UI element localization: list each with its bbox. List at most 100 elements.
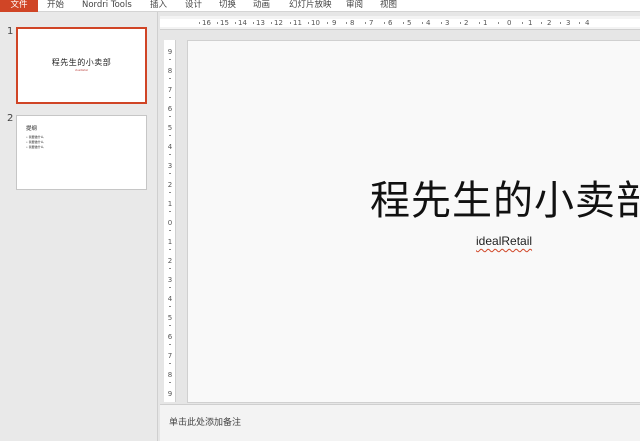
ruler-tick-label: 4 — [585, 19, 590, 27]
ruler-tick-label: 0 — [507, 19, 512, 27]
ruler-tick-label: 1 — [483, 19, 488, 27]
notes-placeholder[interactable]: 单击此处添加备注 — [169, 415, 241, 428]
ruler-tick — [253, 22, 254, 24]
ruler-tick-label: 9 — [167, 48, 173, 56]
ruler-tick — [169, 78, 171, 79]
ruler-tick — [169, 249, 171, 250]
ruler-tick — [290, 22, 291, 24]
ruler-tick — [169, 363, 171, 364]
ruler-tick — [169, 325, 171, 326]
ruler-tick — [169, 192, 171, 193]
ruler-tick — [441, 22, 442, 24]
ruler-tick-label: 12 — [274, 19, 283, 27]
thumbnail-number: 1 — [7, 26, 14, 37]
ruler-tick-label: 4 — [167, 143, 173, 151]
ruler-tick-label: 1 — [167, 200, 173, 208]
ruler-tick — [169, 344, 171, 345]
vertical-ruler[interactable]: 9 8 7 6 5 4 3 2 1 0 1 2 3 4 5 6 7 8 9 — [164, 40, 176, 402]
ruler-tick-label: 13 — [256, 19, 265, 27]
ruler-tick-label: 5 — [167, 314, 173, 322]
ruler-tick-label: 9 — [332, 19, 337, 27]
ruler-tick-label: 15 — [220, 19, 229, 27]
ruler-tick-label: 8 — [350, 19, 355, 27]
ruler-tick — [384, 22, 385, 24]
ruler-tick — [541, 22, 542, 24]
ruler-tick — [479, 22, 480, 24]
ruler-tick-label: 2 — [167, 257, 173, 265]
ruler-tick — [169, 154, 171, 155]
tab-home[interactable]: 开始 — [47, 0, 64, 12]
ruler-tick-label: 8 — [167, 67, 173, 75]
ruler-tick-label: 10 — [311, 19, 320, 27]
ruler-tick — [365, 22, 366, 24]
thumbnail-title: 提纲 — [26, 126, 38, 132]
ruler-tick-label: 6 — [167, 105, 173, 113]
ruler-tick-label: 1 — [167, 238, 173, 246]
ruler-tick — [169, 116, 171, 117]
slide-thumbnail-2[interactable]: 提纲 我要做什么 我要做什么 我要做什么 — [16, 115, 147, 190]
ruler-tick — [327, 22, 328, 24]
ruler-tick-label: 0 — [167, 219, 173, 227]
ruler-tick — [422, 22, 423, 24]
thumbnail-bullet-list: 我要做什么 我要做什么 我要做什么 — [26, 135, 44, 150]
ruler-tick — [169, 287, 171, 288]
ruler-tick — [169, 211, 171, 212]
ruler-tick — [169, 97, 171, 98]
ruler-tick — [169, 59, 171, 60]
ruler-tick-label: 2 — [464, 19, 469, 27]
ruler-tick — [308, 22, 309, 24]
ruler-tick — [169, 382, 171, 383]
ruler-tick-label: 9 — [167, 390, 173, 398]
thumbnail-number: 2 — [7, 113, 14, 124]
tab-animations[interactable]: 动画 — [253, 0, 270, 12]
ruler-tick — [169, 173, 171, 174]
tab-nordri-tools[interactable]: Nordri Tools — [82, 0, 132, 12]
ruler-tick-label: 7 — [167, 86, 173, 94]
ruler-tick — [560, 22, 561, 24]
notes-pane[interactable]: 单击此处添加备注 — [160, 404, 640, 441]
tab-slideshow[interactable]: 幻灯片放映 — [289, 0, 332, 12]
ribbon-tab-bar: 文件 开始 Nordri Tools 插入 设计 切换 动画 幻灯片放映 审阅 … — [0, 0, 640, 12]
ruler-tick-label: 11 — [293, 19, 302, 27]
ruler-tick — [271, 22, 272, 24]
thumbnail-title: 程先生的小卖部 — [51, 58, 112, 67]
ruler-tick-label: 3 — [566, 19, 571, 27]
ruler-tick-label: 4 — [167, 295, 173, 303]
ruler-tick — [169, 306, 171, 307]
ruler-tick-label: 5 — [167, 124, 173, 132]
ruler-tick-label: 2 — [547, 19, 552, 27]
slide-title[interactable]: 程先生的小卖部 — [370, 173, 640, 229]
ruler-tick-label: 6 — [167, 333, 173, 341]
slide-canvas[interactable]: 程先生的小卖部 idealRetail — [187, 40, 640, 403]
ruler-tick-label: 8 — [167, 371, 173, 379]
ruler-tick-label: 4 — [426, 19, 431, 27]
thumbnail-subtitle: idealRetail — [74, 69, 89, 72]
ruler-tick — [169, 268, 171, 269]
horizontal-ruler[interactable]: 16 15 14 13 12 11 10 9 8 7 6 5 4 3 2 1 0… — [160, 16, 640, 30]
tab-file[interactable]: 文件 — [0, 0, 38, 12]
ruler-tick-label: 3 — [445, 19, 450, 27]
ruler-tick-label: 7 — [369, 19, 374, 27]
slide-thumbnail-1[interactable]: 程先生的小卖部 idealRetail — [16, 27, 147, 104]
ruler-tick-label: 2 — [167, 181, 173, 189]
ruler-tick — [498, 22, 499, 24]
ruler-tick — [235, 22, 236, 24]
slide-subtitle[interactable]: idealRetail — [476, 233, 532, 249]
ruler-tick-label: 16 — [202, 19, 211, 27]
ruler-tick — [169, 230, 171, 231]
tab-transitions[interactable]: 切换 — [219, 0, 236, 12]
thumbnail-bullet: 我要做什么 — [26, 145, 44, 150]
ruler-tick — [217, 22, 218, 24]
tab-design[interactable]: 设计 — [185, 0, 202, 12]
ruler-tick-label: 14 — [238, 19, 247, 27]
ruler-tick — [460, 22, 461, 24]
ruler-tick-label: 5 — [407, 19, 412, 27]
ruler-tick-label: 3 — [167, 162, 173, 170]
tab-review[interactable]: 审阅 — [346, 0, 363, 12]
ruler-tick — [579, 22, 580, 24]
tab-view[interactable]: 视图 — [380, 0, 397, 12]
ruler-tick — [199, 22, 200, 24]
ruler-tick-label: 3 — [167, 276, 173, 284]
tab-insert[interactable]: 插入 — [150, 0, 167, 12]
ruler-tick — [522, 22, 523, 24]
